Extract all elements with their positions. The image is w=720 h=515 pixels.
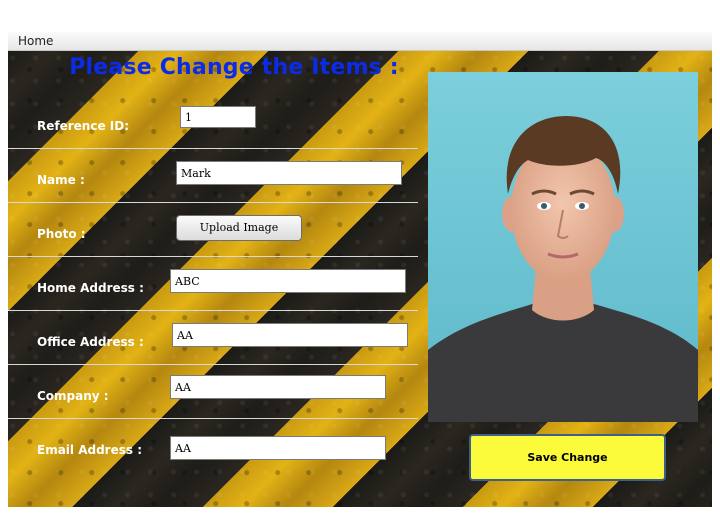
email-address-input[interactable]	[170, 436, 386, 460]
office-address-input[interactable]	[172, 323, 408, 347]
menu-bar: Home	[8, 32, 712, 51]
top-blank-area	[0, 0, 720, 32]
row-divider	[8, 202, 418, 203]
name-label: Name :	[37, 173, 85, 187]
email-address-label: Email Address :	[37, 443, 142, 457]
home-address-label: Home Address :	[37, 281, 144, 295]
reference-id-label: Reference ID:	[37, 119, 129, 133]
office-address-label: Office Address :	[37, 335, 144, 349]
row-divider	[8, 148, 418, 149]
row-divider	[8, 256, 418, 257]
photo-label: Photo :	[37, 227, 86, 241]
row-divider	[8, 418, 418, 419]
reference-id-input[interactable]	[180, 106, 256, 128]
menu-home[interactable]: Home	[18, 34, 53, 48]
profile-photo	[428, 72, 698, 422]
row-divider	[8, 310, 418, 311]
upload-image-button[interactable]: Upload Image	[176, 215, 302, 241]
row-divider	[8, 364, 418, 365]
person-portrait-icon	[428, 72, 698, 422]
edit-panel: Please Change the Items : Reference ID: …	[8, 51, 712, 507]
company-input[interactable]	[170, 375, 386, 399]
name-input[interactable]	[176, 161, 402, 185]
page-heading: Please Change the Items :	[69, 55, 399, 80]
save-change-button[interactable]: Save Change	[469, 434, 666, 481]
company-label: Company :	[37, 389, 109, 403]
home-address-input[interactable]	[170, 269, 406, 293]
